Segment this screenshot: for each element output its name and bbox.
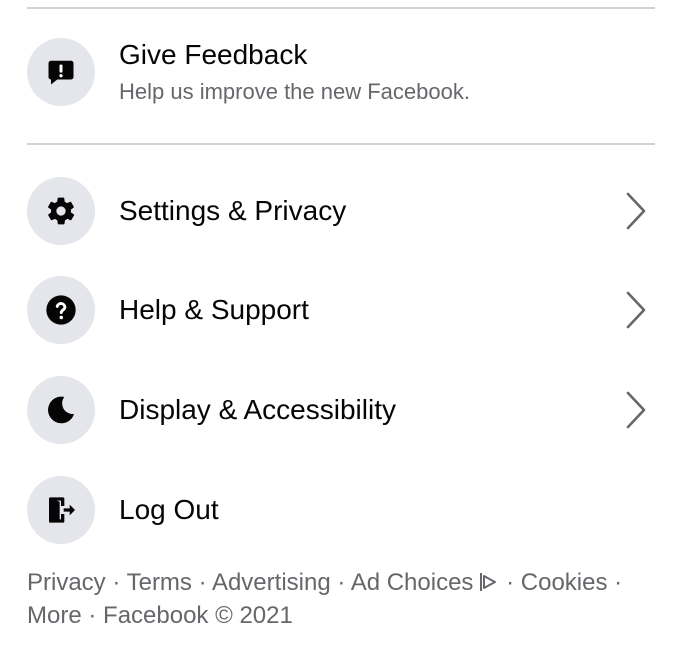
feedback-icon (48, 60, 74, 85)
footer-separator: · (506, 569, 515, 596)
logout-icon (49, 497, 75, 523)
footer-separator: · (198, 569, 207, 596)
question-icon (46, 295, 76, 325)
question-icon-wrapper (27, 276, 95, 344)
help-support-item[interactable]: Help & Support (27, 276, 655, 344)
help-label: Help & Support (119, 294, 309, 325)
give-feedback-item[interactable]: Give Feedback Help us improve the new Fa… (27, 38, 655, 106)
divider-middle (27, 143, 655, 145)
logout-icon-wrapper (27, 476, 95, 544)
moon-icon (48, 396, 75, 424)
divider-top (27, 7, 655, 9)
gear-icon (47, 197, 75, 225)
ad-choices-link[interactable]: Ad Choices (351, 569, 500, 596)
help-text: Help & Support (119, 293, 621, 327)
logout-text: Log Out (119, 493, 655, 527)
terms-link[interactable]: Terms (127, 569, 192, 596)
display-accessibility-item[interactable]: Display & Accessibility (27, 376, 655, 444)
footer-separator: · (88, 602, 97, 629)
footer-links: Privacy · Terms · Advertising · Ad Choic… (27, 566, 657, 632)
privacy-link[interactable]: Privacy (27, 569, 106, 596)
chevron-right-icon (621, 390, 651, 430)
feedback-icon-wrapper (27, 38, 95, 106)
feedback-text: Give Feedback Help us improve the new Fa… (119, 38, 655, 106)
footer-separator: · (337, 569, 346, 596)
display-label: Display & Accessibility (119, 394, 396, 425)
footer-separator: · (614, 569, 623, 596)
display-text: Display & Accessibility (119, 393, 621, 427)
chevron-right-icon (621, 191, 651, 231)
moon-icon-wrapper (27, 376, 95, 444)
logout-label: Log Out (119, 494, 219, 525)
footer-separator: · (112, 569, 121, 596)
advertising-link[interactable]: Advertising (212, 569, 331, 596)
more-link[interactable]: More (27, 602, 82, 629)
gear-icon-wrapper (27, 177, 95, 245)
chevron-right-icon (621, 290, 651, 330)
feedback-label: Give Feedback (119, 39, 308, 70)
log-out-item[interactable]: Log Out (27, 476, 655, 544)
account-menu: Give Feedback Help us improve the new Fa… (0, 0, 680, 650)
copyright-text: Facebook © 2021 (103, 602, 293, 629)
settings-text: Settings & Privacy (119, 194, 621, 228)
ad-choices-icon (480, 573, 497, 591)
cookies-link[interactable]: Cookies (521, 569, 608, 596)
ad-choices-label: Ad Choices (350, 569, 474, 596)
feedback-sublabel: Help us improve the new Facebook. (119, 79, 470, 104)
settings-privacy-item[interactable]: Settings & Privacy (27, 177, 655, 245)
settings-label: Settings & Privacy (119, 195, 347, 226)
